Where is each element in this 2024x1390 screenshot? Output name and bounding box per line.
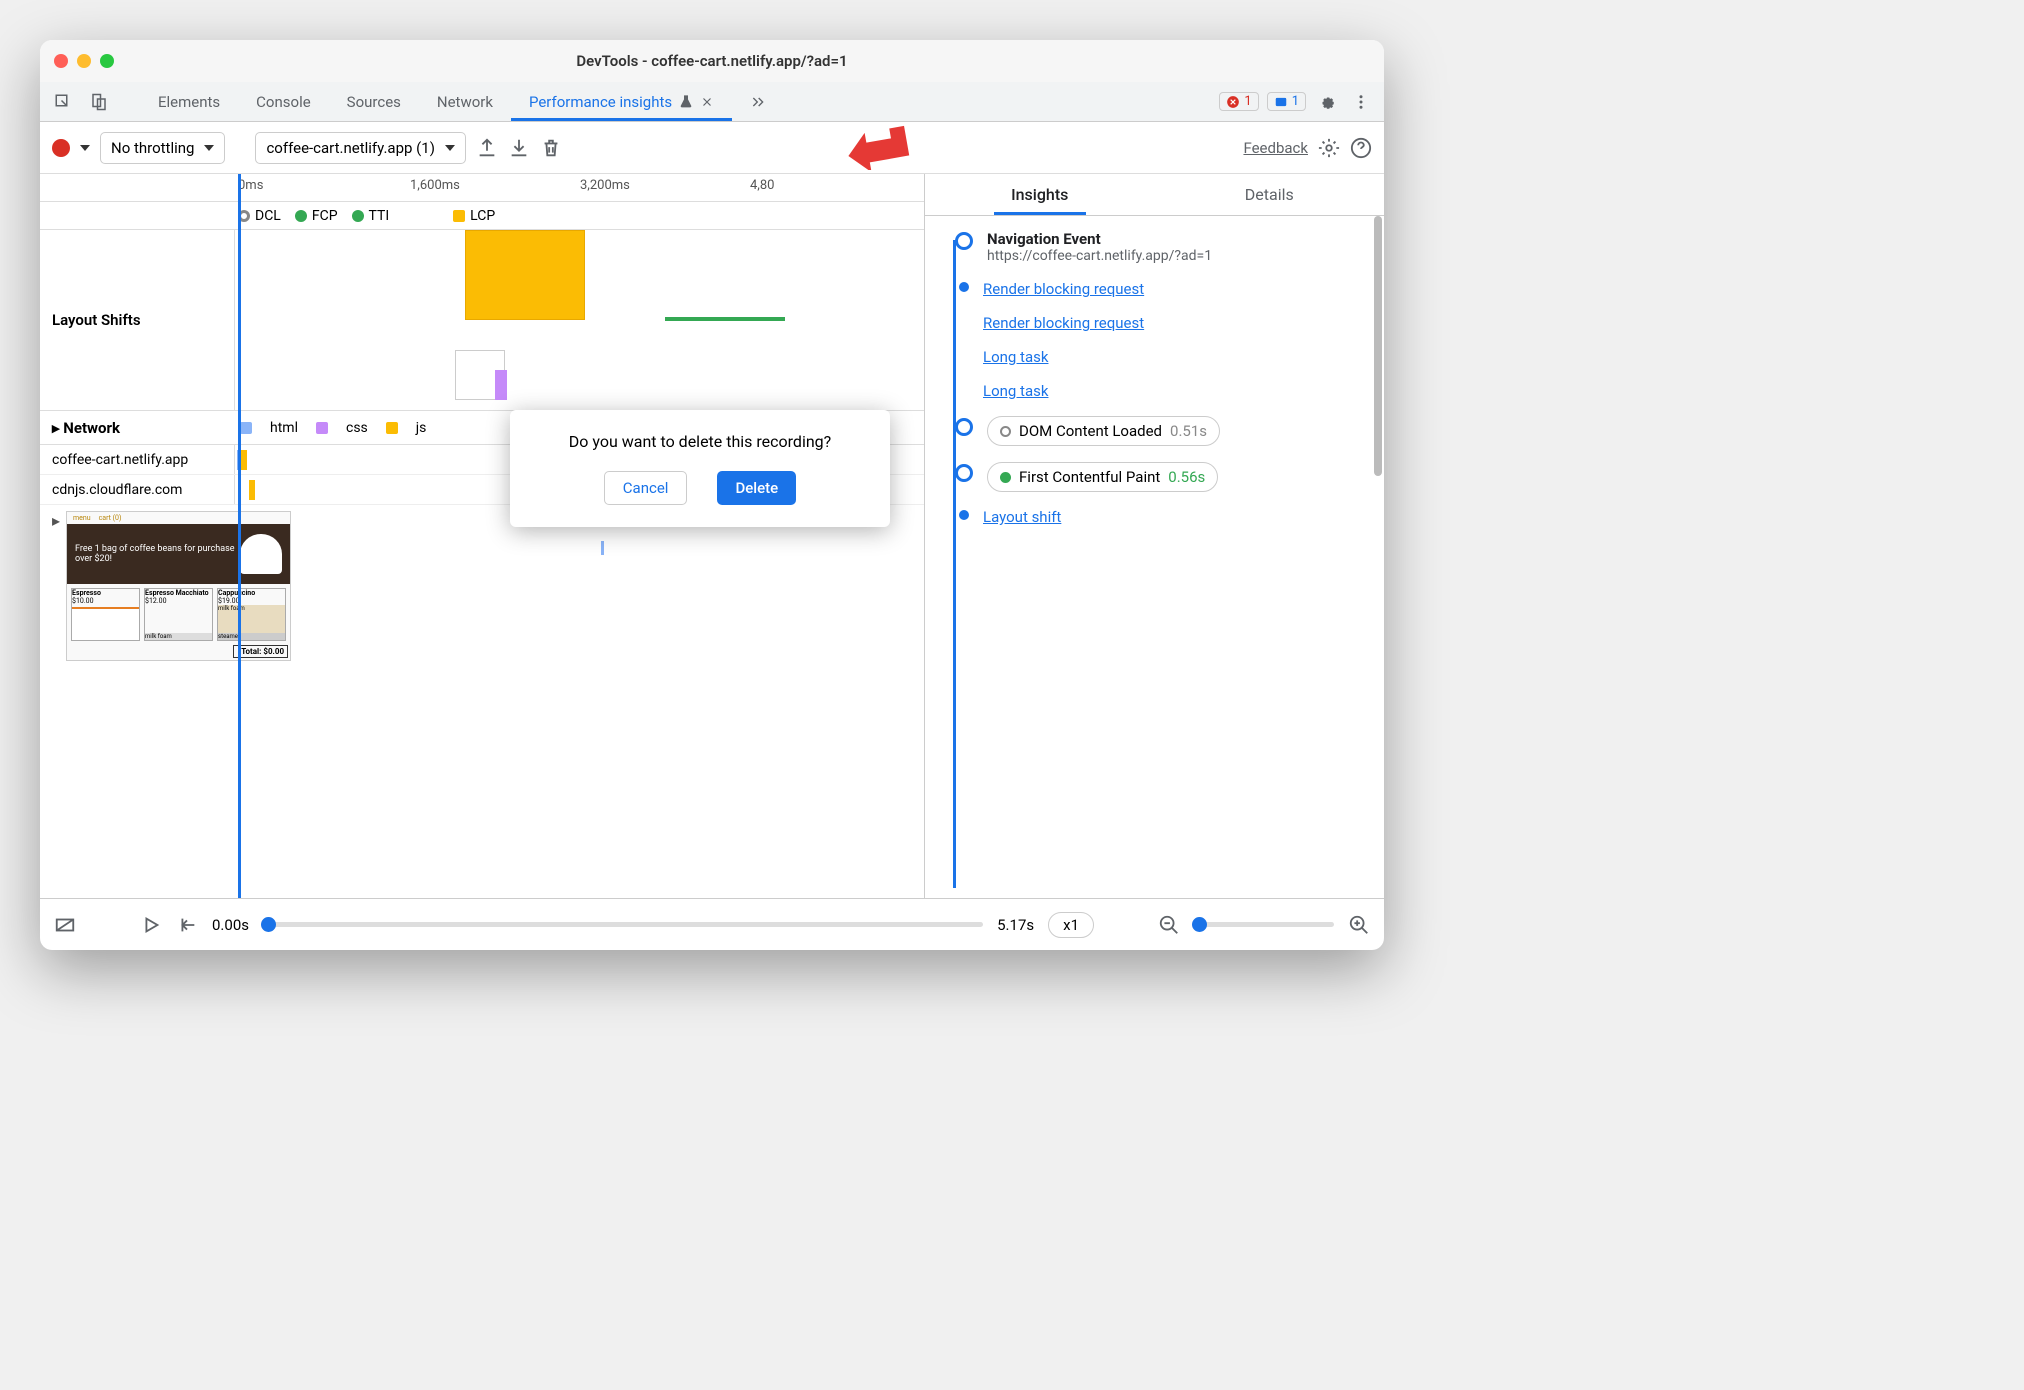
more-options-icon[interactable] — [1348, 89, 1374, 115]
record-dropdown[interactable] — [80, 145, 90, 151]
cancel-button[interactable]: Cancel — [604, 471, 688, 505]
fcp-marker[interactable]: FCP — [295, 208, 338, 224]
tab-network[interactable]: Network — [419, 82, 511, 121]
toggle-screenshot-icon[interactable] — [54, 914, 76, 936]
playback-speed[interactable]: x1 — [1048, 912, 1094, 938]
insights-panel: Insights Details Navigation Event https:… — [924, 174, 1384, 898]
tab-insights[interactable]: Insights — [925, 174, 1155, 215]
timing-markers: DCL FCP TTI LCP — [40, 202, 924, 230]
main-area: 0ms 1,600ms 3,200ms 4,80 DCL FCP TTI LCP… — [40, 174, 1384, 898]
feedback-link[interactable]: Feedback — [1243, 139, 1308, 157]
chevron-down-icon — [204, 145, 214, 151]
dcl-marker[interactable]: DCL — [238, 208, 281, 224]
inspect-element-icon[interactable] — [50, 89, 76, 115]
insight-long-task[interactable]: Long task — [935, 382, 1366, 400]
playhead-line[interactable] — [238, 174, 241, 898]
zoom-out-icon[interactable] — [1158, 914, 1180, 936]
chevron-down-icon — [445, 145, 455, 151]
time-ruler[interactable]: 0ms 1,600ms 3,200ms 4,80 — [40, 174, 924, 202]
tab-performance-insights[interactable]: Performance insights — [511, 82, 732, 121]
play-icon[interactable] — [140, 914, 162, 936]
delete-icon[interactable] — [540, 137, 562, 159]
messages-badge[interactable]: 1 — [1267, 92, 1306, 111]
gear-icon[interactable] — [1318, 137, 1340, 159]
skip-back-icon[interactable] — [176, 914, 198, 936]
insights-list[interactable]: Navigation Event https://coffee-cart.net… — [925, 216, 1384, 898]
errors-badge[interactable]: 1 — [1219, 92, 1258, 111]
insight-render-blocking[interactable]: Render blocking request — [935, 314, 1366, 332]
playback-end-time: 5.17s — [997, 916, 1034, 934]
insight-navigation[interactable]: Navigation Event https://coffee-cart.net… — [935, 230, 1366, 264]
layout-shifts-section: Layout Shifts — [40, 230, 924, 411]
tabs-bar: Elements Console Sources Network Perform… — [40, 82, 1384, 122]
throttling-select[interactable]: No throttling — [100, 132, 225, 164]
lcp-marker[interactable]: LCP — [453, 208, 495, 224]
device-toolbar-icon[interactable] — [86, 89, 112, 115]
tab-details[interactable]: Details — [1155, 174, 1385, 215]
traffic-lights — [54, 54, 114, 68]
filmstrip-thumbnail[interactable]: menucart (0) Free 1 bag of coffee beans … — [66, 511, 291, 661]
tti-marker[interactable]: TTI — [352, 208, 390, 224]
close-tab-icon[interactable] — [700, 95, 714, 109]
download-icon[interactable] — [508, 137, 530, 159]
scrollbar-thumb[interactable] — [1374, 216, 1382, 476]
filmstrip-section: ▸ menucart (0) Free 1 bag of coffee bean… — [40, 505, 924, 665]
layout-shifts-track[interactable] — [235, 230, 924, 410]
playback-slider[interactable] — [263, 922, 983, 927]
zoom-in-icon[interactable] — [1348, 914, 1370, 936]
upload-icon[interactable] — [476, 137, 498, 159]
playback-bar: 0.00s 5.17s x1 — [40, 898, 1384, 950]
callout-arrow-icon — [847, 120, 917, 170]
recording-toolbar: No throttling coffee-cart.netlify.app (1… — [40, 122, 1384, 174]
recording-select[interactable]: coffee-cart.netlify.app (1) — [255, 132, 465, 164]
maximize-window-button[interactable] — [100, 54, 114, 68]
dialog-message: Do you want to delete this recording? — [532, 432, 868, 451]
titlebar: DevTools - coffee-cart.netlify.app/?ad=1 — [40, 40, 1384, 82]
help-icon[interactable] — [1350, 137, 1372, 159]
playback-start-time: 0.00s — [212, 916, 249, 934]
delete-button[interactable]: Delete — [717, 471, 796, 505]
record-button[interactable] — [52, 139, 70, 157]
insight-fcp[interactable]: First Contentful Paint 0.56s — [935, 462, 1366, 492]
close-window-button[interactable] — [54, 54, 68, 68]
zoom-slider[interactable] — [1194, 922, 1334, 927]
insight-dcl[interactable]: DOM Content Loaded 0.51s — [935, 416, 1366, 446]
flask-icon — [678, 94, 694, 110]
insight-render-blocking[interactable]: Render blocking request — [935, 280, 1366, 298]
tab-sources[interactable]: Sources — [329, 82, 419, 121]
tab-console[interactable]: Console — [238, 82, 329, 121]
window-title: DevTools - coffee-cart.netlify.app/?ad=1 — [40, 52, 1384, 70]
delete-confirmation-dialog: Do you want to delete this recording? Ca… — [510, 410, 890, 527]
devtools-window: DevTools - coffee-cart.netlify.app/?ad=1… — [40, 40, 1384, 950]
settings-icon[interactable] — [1314, 89, 1340, 115]
insight-long-task[interactable]: Long task — [935, 348, 1366, 366]
timeline-panel: 0ms 1,600ms 3,200ms 4,80 DCL FCP TTI LCP… — [40, 174, 924, 898]
layout-shifts-label: Layout Shifts — [40, 230, 235, 410]
more-tabs-button[interactable] — [732, 82, 784, 121]
minimize-window-button[interactable] — [77, 54, 91, 68]
tab-elements[interactable]: Elements — [140, 82, 238, 121]
insight-layout-shift[interactable]: Layout shift — [935, 508, 1366, 526]
